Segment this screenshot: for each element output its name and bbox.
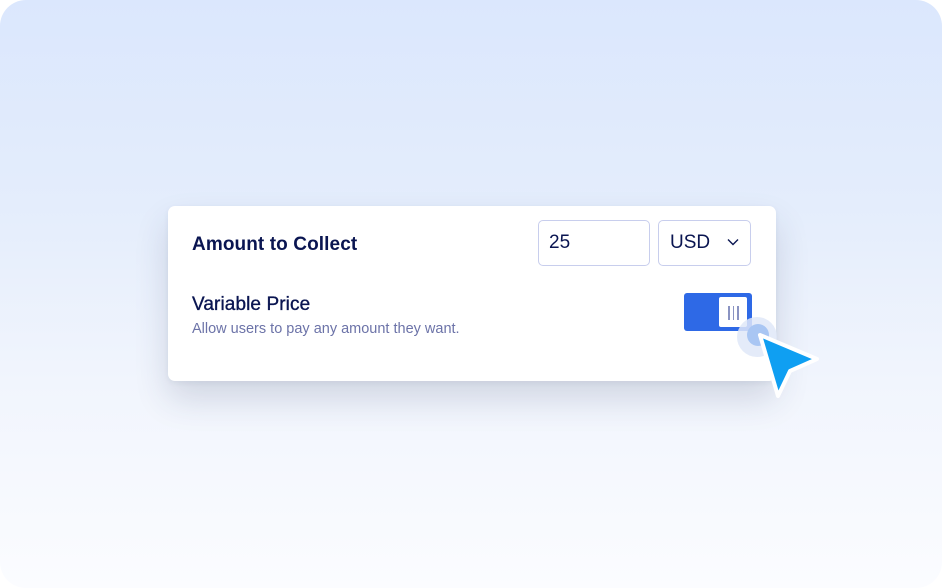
payment-settings-card: Amount to Collect 25 USD Variable Price … <box>168 206 776 381</box>
knob-grip-line <box>728 306 730 320</box>
variable-price-description: Allow users to pay any amount they want. <box>192 321 460 337</box>
background-stage: Amount to Collect 25 USD Variable Price … <box>0 0 942 588</box>
mouse-pointer-icon <box>737 317 819 398</box>
currency-select[interactable]: USD <box>658 220 751 266</box>
currency-value: USD <box>670 232 711 253</box>
amount-to-collect-label: Amount to Collect <box>192 234 358 255</box>
chevron-down-icon <box>727 239 739 246</box>
amount-input[interactable]: 25 <box>538 220 650 266</box>
variable-price-label: Variable Price <box>192 294 311 315</box>
